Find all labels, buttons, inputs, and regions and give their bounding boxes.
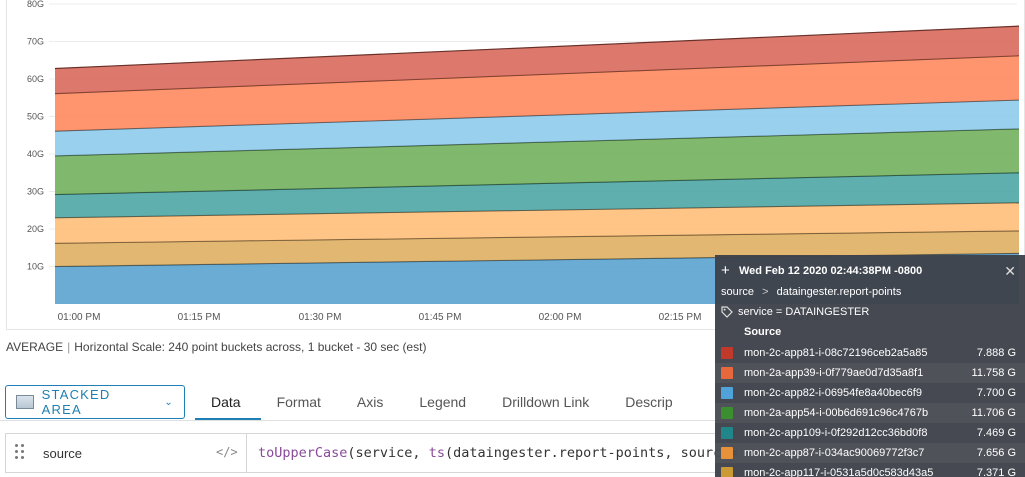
query-args: (dataingester.report-points, source= [444, 445, 738, 461]
source-label: source [721, 286, 755, 298]
series-swatch [721, 427, 733, 439]
query-function: toUpperCase [258, 445, 348, 461]
hover-tooltip: + Wed Feb 12 2020 02:44:38PM -0800 ✕ sou… [715, 255, 1025, 477]
tooltip-value: 7.656 G [976, 447, 1016, 459]
chart-type-dropdown[interactable]: STACKED AREA ⌄ [5, 385, 185, 419]
drag-handle-icon[interactable] [15, 444, 25, 462]
y-tick-label: 20G [27, 224, 44, 234]
query-args: (service, [347, 445, 429, 461]
tooltip-source-name: mon-2c-app81-i-08c72196ceb2a5a85 [744, 347, 928, 359]
tab-data[interactable]: Data [195, 385, 261, 421]
tooltip-value: 7.700 G [976, 387, 1016, 399]
tooltip-source-name: mon-2a-app54-i-00b6d691c96c4767b [744, 407, 929, 419]
query-function: ts [428, 445, 445, 461]
horizontal-scale-info: AVERAGE | Horizontal Scale: 240 point buck… [6, 340, 426, 354]
tooltip-tag-line: service = DATAINGESTER [721, 306, 869, 318]
tab-legend[interactable]: Legend [403, 385, 486, 421]
y-tick-label: 40G [27, 149, 44, 159]
tooltip-value: 7.888 G [976, 347, 1016, 359]
chart-type-label: STACKED AREA [41, 387, 111, 417]
code-icon[interactable]: </> [216, 445, 238, 459]
x-tick-label: 01:30 PM [299, 312, 342, 323]
x-tick-label: 01:15 PM [178, 312, 221, 323]
x-tick-label: 01:00 PM [58, 312, 101, 323]
x-tick-label: 02:00 PM [539, 312, 582, 323]
divider [246, 434, 247, 472]
x-tick-label: 02:15 PM [659, 312, 702, 323]
stacked-area-icon [16, 395, 34, 409]
tooltip-timestamp: Wed Feb 12 2020 02:44:38PM -0800 [739, 265, 923, 277]
tooltip-value: 11.706 G [971, 407, 1016, 419]
chevron-down-icon: ⌄ [164, 396, 174, 408]
tooltip-source-name: mon-2c-app82-i-06954fe8a40bec6f9 [744, 387, 922, 399]
source-column-header: Source [744, 326, 782, 338]
close-icon[interactable]: ✕ [1004, 263, 1016, 280]
tooltip-source-name: mon-2a-app39-i-0f779ae0d7d35a8f1 [744, 367, 924, 379]
tooltip-row: mon-2c-app109-i-0f292d12cc36bd0f8 7.469 G [715, 423, 1025, 443]
tooltip-row: mon-2c-app87-i-034ac90069772f3c7 7.656 G [715, 443, 1025, 463]
tab-format[interactable]: Format [261, 385, 341, 421]
tab-drilldown-link[interactable]: Drilldown Link [486, 385, 609, 421]
summarization-label: AVERAGE [6, 340, 64, 354]
y-tick-label: 70G [27, 37, 44, 47]
tooltip-value: 7.371 G [976, 467, 1016, 477]
tooltip-row: mon-2c-app82-i-06954fe8a40bec6f9 7.700 G [715, 383, 1025, 403]
query-name-field[interactable]: source [43, 446, 82, 461]
tab-description[interactable]: Descrip [609, 385, 692, 421]
y-tick-label: 60G [27, 74, 44, 84]
y-tick-label: 10G [27, 262, 44, 272]
tooltip-row: mon-2c-app117-i-0531a5d0c583d43a5 7.371 G [715, 463, 1025, 477]
chevron-right-icon: > [762, 286, 769, 298]
separator: | [67, 340, 71, 354]
y-tick-label: 30G [27, 187, 44, 197]
tooltip-source-name: mon-2c-app117-i-0531a5d0c583d43a5 [744, 467, 934, 477]
editor-tabs: Data Format Axis Legend Drilldown Link D… [195, 385, 693, 421]
query-input[interactable]: toUpperCase(service, ts(dataingester.rep… [258, 445, 738, 461]
tooltip-row: mon-2c-app81-i-08c72196ceb2a5a85 7.888 G [715, 343, 1025, 363]
tab-axis[interactable]: Axis [341, 385, 403, 421]
tag-text: service = DATAINGESTER [738, 306, 870, 318]
series-swatch [721, 467, 733, 477]
series-swatch [721, 367, 733, 379]
series-swatch [721, 447, 733, 459]
tooltip-rows: mon-2c-app81-i-08c72196ceb2a5a85 7.888 Gm… [715, 343, 1025, 477]
tooltip-source-name: mon-2c-app87-i-034ac90069772f3c7 [744, 447, 925, 459]
scale-text: Horizontal Scale: 240 point buckets acro… [74, 340, 427, 354]
series-swatch [721, 407, 733, 419]
series-swatch [721, 387, 733, 399]
y-tick-label: 50G [27, 112, 44, 122]
tooltip-source-name: mon-2c-app109-i-0f292d12cc36bd0f8 [744, 427, 928, 439]
tooltip-value: 7.469 G [976, 427, 1016, 439]
tooltip-row: mon-2a-app54-i-00b6d691c96c4767b 11.706 G [715, 403, 1025, 423]
tooltip-row: mon-2a-app39-i-0f779ae0d7d35a8f1 11.758 G [715, 363, 1025, 383]
source-value: dataingester.report-points [776, 286, 902, 298]
tooltip-source-line: source > dataingester.report-points [721, 286, 901, 298]
plus-icon[interactable]: + [721, 262, 730, 279]
series-swatch [721, 347, 733, 359]
x-tick-label: 01:45 PM [419, 312, 462, 323]
tooltip-value: 11.758 G [971, 367, 1016, 379]
tag-icon [721, 306, 733, 318]
y-tick-label: 80G [27, 0, 44, 9]
